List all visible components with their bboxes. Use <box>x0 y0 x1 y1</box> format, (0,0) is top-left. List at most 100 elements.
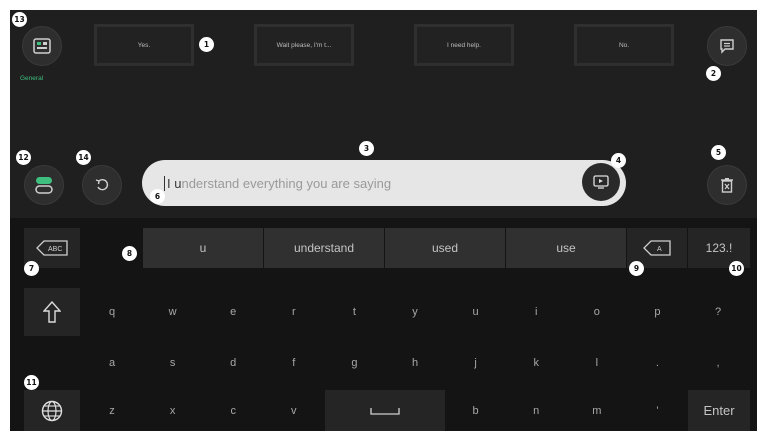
annotation-badge-9: 9 <box>629 261 644 276</box>
key-row3-left-2[interactable]: c <box>203 390 263 431</box>
svg-text:ABC: ABC <box>48 246 62 253</box>
phrase-button-help[interactable]: I need help. <box>414 24 514 66</box>
annotation-badge-2: 2 <box>706 66 721 81</box>
phrase-label: Yes. <box>137 41 151 49</box>
key-row1-2[interactable]: e <box>203 288 263 336</box>
key-row1-7[interactable]: i <box>506 288 566 336</box>
category-button[interactable] <box>22 26 62 66</box>
typed-text: I u <box>167 175 182 191</box>
suggestion-label: use <box>556 241 576 255</box>
key-row1-10[interactable]: ? <box>688 288 748 336</box>
key-row2-9[interactable]: . <box>627 340 687 386</box>
language-key[interactable] <box>24 390 80 431</box>
backspace-icon: A <box>643 240 671 256</box>
backspace-word-icon: ABC <box>36 240 68 256</box>
key-label: x <box>169 404 176 417</box>
key-row1-0[interactable]: q <box>82 288 142 336</box>
key-label: v <box>291 404 297 417</box>
key-label: w <box>168 306 177 318</box>
key-label: ' <box>656 404 659 417</box>
chat-button[interactable] <box>707 26 747 66</box>
key-row2-8[interactable]: l <box>567 340 627 386</box>
key-row1-8[interactable]: o <box>567 288 627 336</box>
key-row3-left-0[interactable]: z <box>82 390 142 431</box>
annotation-badge-14: 14 <box>76 150 91 165</box>
globe-icon <box>41 400 63 421</box>
suggestion-label: understand <box>293 241 355 255</box>
key-row1-1[interactable]: w <box>143 288 203 336</box>
key-row3-right-3[interactable]: ' <box>627 390 687 431</box>
aac-app-screen: General Yes. Wait please, I'm t... I nee… <box>10 10 757 431</box>
key-label: n <box>533 404 540 417</box>
key-label: u <box>472 306 479 318</box>
toggle-icon <box>35 177 53 194</box>
key-label: h <box>411 357 419 369</box>
annotation-badge-8: 8 <box>122 246 137 261</box>
key-row2-10[interactable]: , <box>688 340 748 386</box>
toggle-button[interactable] <box>24 165 64 205</box>
phrase-label: I need help. <box>447 41 481 49</box>
key-label: f <box>292 357 296 369</box>
key-row2-3[interactable]: f <box>264 340 324 386</box>
key-label: a <box>108 357 116 369</box>
key-row1-4[interactable]: t <box>324 288 384 336</box>
key-label: p <box>654 306 661 318</box>
key-row2-0[interactable]: a <box>82 340 142 386</box>
phrase-label: Wait please, I'm t... <box>276 41 332 49</box>
key-label: g <box>351 357 358 369</box>
annotation-badge-13: 13 <box>12 12 27 27</box>
key-label: . <box>655 357 659 369</box>
suggestion-2[interactable]: understand <box>264 228 384 268</box>
key-row3-right-0[interactable]: b <box>446 390 506 431</box>
key-label: e <box>230 306 237 318</box>
key-row2-1[interactable]: s <box>143 340 203 386</box>
space-key[interactable] <box>325 390 445 431</box>
annotation-badge-6: 6 <box>150 189 165 204</box>
annotation-badge-1: 1 <box>199 37 214 52</box>
enter-key[interactable]: Enter <box>688 390 750 431</box>
key-label: ? <box>714 306 722 318</box>
phrase-button-yes[interactable]: Yes. <box>94 24 194 66</box>
suggestion-1[interactable]: u <box>143 228 263 268</box>
key-row1-9[interactable]: p <box>627 288 687 336</box>
text-caret <box>164 175 165 191</box>
key-label: q <box>108 306 116 318</box>
annotation-badge-4: 4 <box>611 153 626 168</box>
key-row1-6[interactable]: u <box>446 288 506 336</box>
suggestion-4[interactable]: use <box>506 228 626 268</box>
key-row2-4[interactable]: g <box>324 340 384 386</box>
shift-key[interactable] <box>24 288 80 336</box>
key-row2-2[interactable]: d <box>203 340 263 386</box>
text-input-bar[interactable]: I u nderstand everything you are saying <box>142 160 626 206</box>
key-row2-5[interactable]: h <box>385 340 445 386</box>
phrase-button-wait[interactable]: Wait please, I'm t... <box>254 24 354 66</box>
speak-button[interactable] <box>582 163 620 201</box>
key-row3-left-3[interactable]: v <box>264 390 324 431</box>
key-row1-3[interactable]: r <box>264 288 324 336</box>
key-row2-7[interactable]: k <box>506 340 566 386</box>
key-label: z <box>109 404 115 417</box>
key-row3-left-1[interactable]: x <box>143 390 203 431</box>
key-label: d <box>230 357 237 369</box>
suggestion-3[interactable]: used <box>385 228 505 268</box>
key-label: s <box>169 357 176 369</box>
speak-icon <box>593 175 609 189</box>
annotation-badge-5: 5 <box>711 145 726 160</box>
key-label: c <box>230 404 236 417</box>
clear-button[interactable] <box>707 165 747 205</box>
key-row3-right-2[interactable]: m <box>567 390 627 431</box>
key-row2-6[interactable]: j <box>446 340 506 386</box>
key-label: k <box>533 357 539 369</box>
key-row1-5[interactable]: y <box>385 288 445 336</box>
key-label: j <box>474 357 477 369</box>
enter-key-label: Enter <box>703 403 735 418</box>
prediction-text: nderstand everything you are saying <box>181 175 392 191</box>
annotation-badge-12: 12 <box>16 150 31 165</box>
key-label: , <box>716 357 720 369</box>
annotation-badge-10: 10 <box>729 261 744 276</box>
undo-button[interactable] <box>82 165 122 205</box>
key-label: m <box>592 404 602 417</box>
phrase-button-no[interactable]: No. <box>574 24 674 66</box>
key-row3-right-1[interactable]: n <box>506 390 566 431</box>
svg-text:A: A <box>657 246 662 253</box>
